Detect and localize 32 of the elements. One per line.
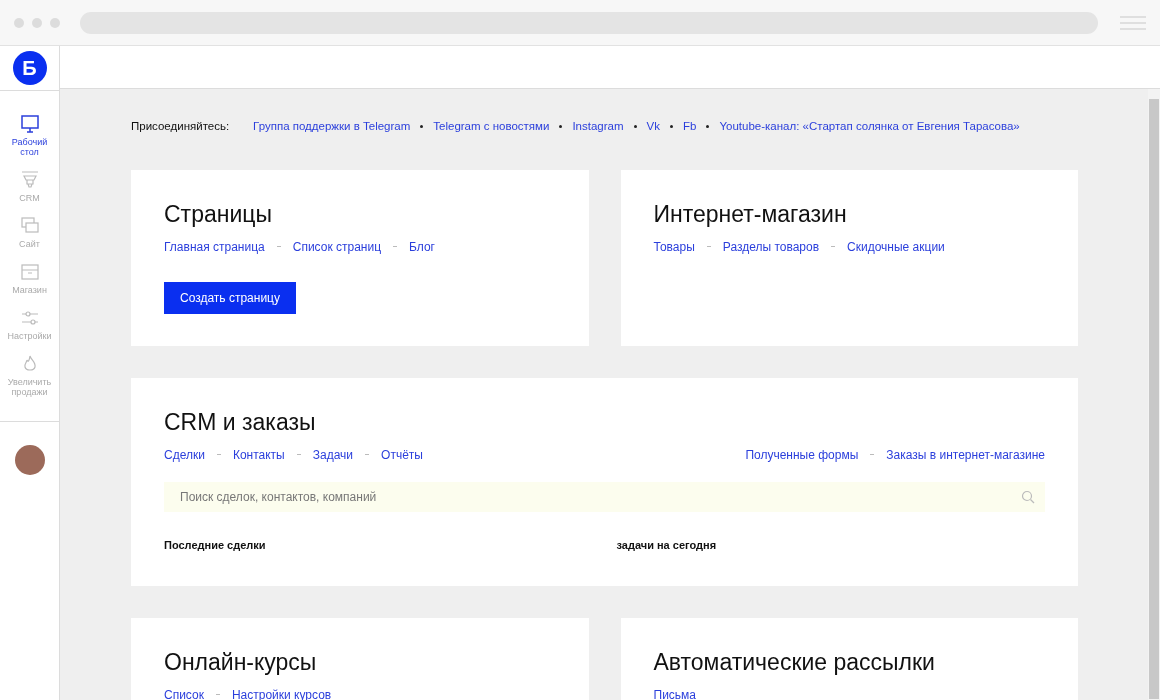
- link[interactable]: Блог: [409, 237, 435, 256]
- sidebar-item[interactable]: Рабочий стол: [0, 113, 59, 157]
- card-title: Интернет-магазин: [653, 199, 848, 228]
- link[interactable]: Группа поддержки в Telegram: [253, 117, 411, 136]
- card-title: CRM и заказы: [164, 407, 317, 436]
- link[interactable]: Telegram с новостями: [433, 117, 550, 136]
- card-title: Онлайн-курсы: [164, 647, 318, 676]
- create-button[interactable]: Создать страницу: [164, 281, 296, 314]
- section-heading: задачи на сегодня: [616, 538, 717, 551]
- card-title: Страницы: [164, 199, 273, 228]
- search-field[interactable]: Поиск сделок, контактов, компаний: [164, 481, 1045, 512]
- link[interactable]: Youtube-канал: «Стартап солянка от Евгения Тарасова»: [719, 117, 1020, 136]
- join-label: Присоединяйтесь:: [131, 118, 230, 134]
- link[interactable]: Список страниц: [292, 237, 382, 256]
- link[interactable]: Товары: [653, 237, 695, 256]
- link[interactable]: Скидочные акции: [847, 237, 945, 256]
- link[interactable]: Главная страница: [164, 237, 265, 256]
- link[interactable]: Vk: [646, 117, 660, 136]
- card-title: Автоматические рассылки: [653, 647, 936, 676]
- link[interactable]: Письма: [653, 685, 696, 700]
- link[interactable]: Fb: [683, 117, 697, 136]
- link[interactable]: Сделки: [164, 445, 205, 464]
- link[interactable]: Список: [164, 685, 204, 700]
- section-heading: Последние сделки: [164, 538, 266, 551]
- link[interactable]: Разделы товаров: [722, 237, 820, 256]
- link[interactable]: Instagram: [572, 117, 624, 136]
- link[interactable]: Контакты: [232, 445, 285, 464]
- link[interactable]: Заказы в интернет-магазине: [886, 445, 1045, 464]
- link[interactable]: Полученные формы: [745, 445, 859, 464]
- logo[interactable]: Б: [12, 51, 47, 85]
- link[interactable]: Задачи: [312, 445, 354, 464]
- link[interactable]: Отчёты: [381, 445, 423, 464]
